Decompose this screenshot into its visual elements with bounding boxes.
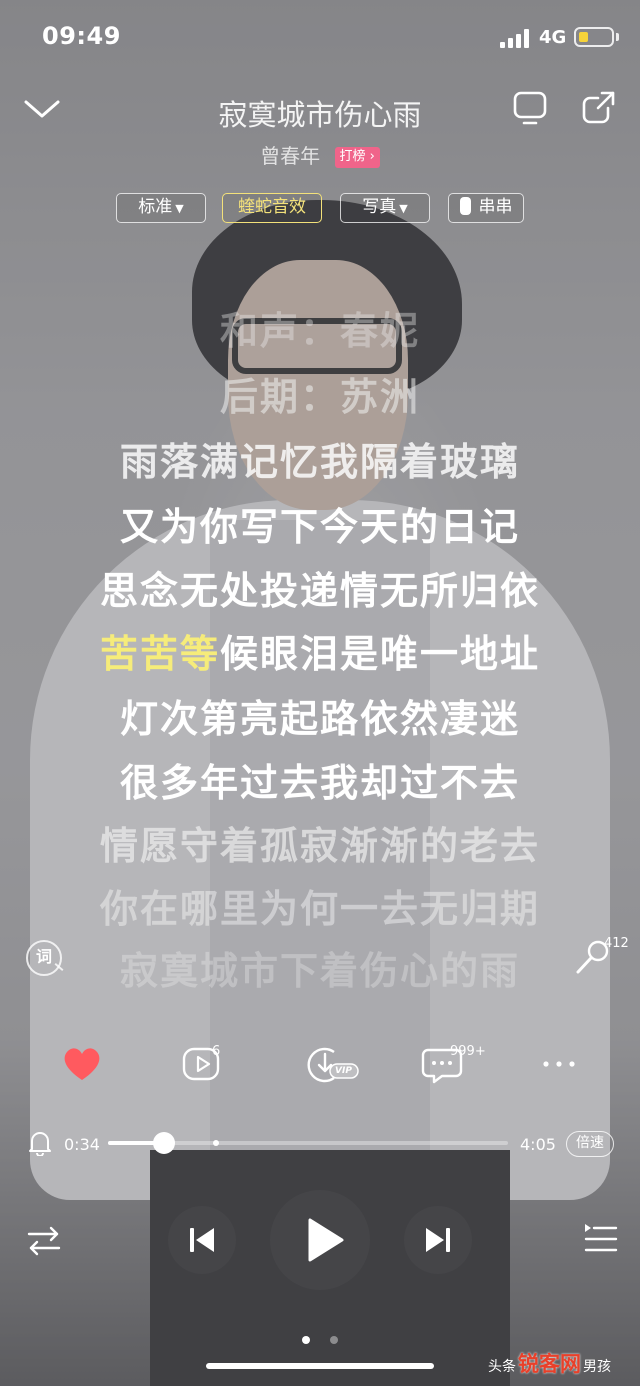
chevron-down-icon [24, 100, 60, 118]
lyric-line: 寂寞城市下着伤心的雨 [119, 949, 520, 993]
more-button[interactable] [538, 1042, 582, 1086]
signal-icon [500, 28, 532, 48]
lyric-line: 后期：苏洲 [219, 375, 420, 419]
vip-tag: VIP [335, 1066, 352, 1076]
lyric-line: 情愿守着孤寂渐渐的老去 [99, 824, 540, 868]
lyric-sung-part: 苦苦等 [99, 632, 220, 676]
bell-icon [29, 1132, 51, 1157]
download-icon [307, 1047, 359, 1083]
lyric-line: 思念无处投递情无所归依 [99, 569, 540, 613]
watermark: 头条锐客网 男孩 [488, 1352, 611, 1376]
collapse-button[interactable] [22, 90, 62, 130]
buffer-marker [213, 1140, 219, 1146]
download-button[interactable]: VIP [306, 1042, 362, 1086]
cast-button[interactable] [512, 88, 550, 128]
home-indicator[interactable] [206, 1363, 434, 1369]
heart-icon [64, 1048, 100, 1080]
status-time: 09:49 [42, 22, 121, 50]
sleep-timer-button[interactable] [28, 1130, 52, 1157]
progress-thumb[interactable] [152, 1132, 175, 1154]
lyric-line: 雨落满记忆我隔着玻璃 [119, 440, 520, 484]
battery-icon [574, 27, 614, 47]
lyric-line: 又为你写下今天的日记 [119, 505, 520, 549]
progress-slider[interactable] [108, 1132, 508, 1154]
chuanchuan-toggle[interactable]: 串串 [448, 193, 524, 223]
tv-icon [513, 91, 547, 125]
comment-count: 999+ [450, 1044, 486, 1059]
more-icon [543, 1061, 575, 1067]
quality-select[interactable]: 标准 ▼ [116, 193, 206, 223]
previous-button[interactable] [168, 1206, 236, 1274]
playlist-icon [584, 1224, 618, 1252]
lyrics-settings-button[interactable]: 词 [26, 940, 62, 976]
current-time: 0:34 [64, 1135, 100, 1154]
network-type: 4G [539, 27, 567, 48]
mv-count: 6 [212, 1044, 221, 1059]
lyric-unsung-part: 候眼泪是唯一地址 [220, 632, 541, 676]
display-mode-select[interactable]: 写真 ▼ [340, 193, 430, 223]
quality-label: 标准 [138, 197, 173, 217]
play-icon [308, 1218, 344, 1262]
like-button[interactable] [60, 1042, 104, 1086]
next-icon [426, 1228, 450, 1252]
song-title: 寂寞城市伤心雨 [218, 98, 422, 132]
dropdown-arrow-icon: ▼ [175, 202, 184, 215]
rank-badge[interactable]: 打榜 › [334, 147, 380, 168]
sound-effect-button[interactable]: 蝰蛇音效 [222, 193, 322, 223]
play-mode-button[interactable] [26, 1224, 62, 1256]
playlist-button[interactable] [582, 1222, 618, 1256]
lyric-line: 灯次第亮起路依然凄迷 [119, 697, 520, 741]
play-button[interactable] [270, 1190, 370, 1290]
lyric-current-line: 苦苦等候眼泪是唯一地址 [0, 623, 640, 678]
lyric-line: 你在哪里为何一去无归期 [99, 887, 540, 931]
dropdown-arrow-icon: ▼ [399, 202, 408, 215]
toggle-label: 串串 [478, 197, 513, 217]
loop-icon [27, 1226, 61, 1256]
karaoke-count: 412 [604, 936, 629, 951]
page-indicator-active [302, 1336, 310, 1344]
total-time: 4:05 [520, 1135, 556, 1154]
share-button[interactable] [578, 88, 618, 128]
singer-name[interactable]: 曾春年 [260, 144, 320, 168]
lyric-line: 很多年过去我却过不去 [119, 761, 520, 805]
display-mode-label: 写真 [362, 197, 397, 217]
speed-button[interactable]: 倍速 [566, 1131, 614, 1157]
previous-icon [190, 1228, 214, 1252]
singer-row: 曾春年 打榜 › [120, 140, 520, 169]
share-icon [582, 91, 615, 124]
lyric-line: 和声：春妮 [219, 309, 420, 353]
next-button[interactable] [404, 1206, 472, 1274]
page-indicator [330, 1336, 338, 1344]
toggle-knob-icon [459, 197, 471, 215]
